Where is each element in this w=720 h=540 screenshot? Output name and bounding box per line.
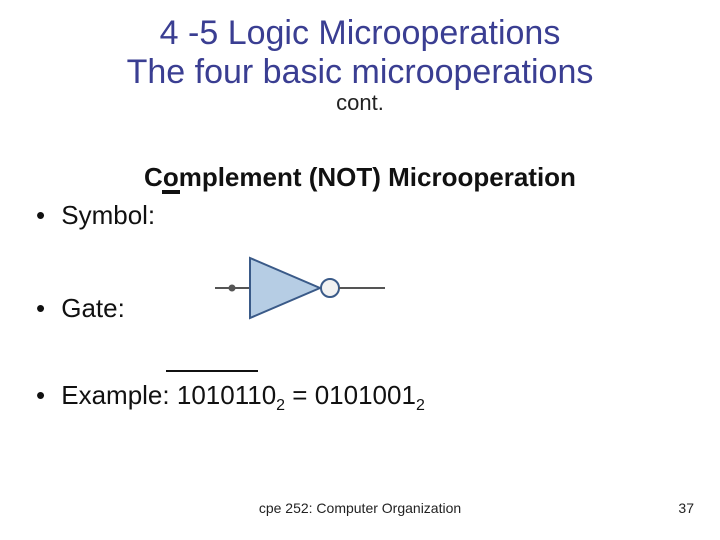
- example-rhs-sub: 2: [416, 397, 425, 414]
- example-overline-icon: [166, 370, 258, 372]
- footer-page-number: 37: [678, 500, 694, 516]
- title-line-1: 4 -5 Logic Microoperations: [0, 14, 720, 53]
- example-label: Example:: [61, 380, 169, 410]
- section-heading: Complement (NOT) Microoperation: [0, 162, 720, 193]
- example-rhs: 0101001: [315, 380, 416, 410]
- complement-bar-icon: [162, 190, 180, 194]
- bullet-gate: • Gate:: [36, 293, 125, 324]
- bullet-symbol: • Symbol:: [36, 200, 155, 231]
- footer-course: cpe 252: Computer Organization: [0, 500, 720, 516]
- gate-label: Gate:: [61, 293, 125, 323]
- title-subtitle: cont.: [0, 90, 720, 116]
- example-lhs-sub: 2: [276, 397, 285, 414]
- title-line-2: The four basic microoperations: [0, 53, 720, 92]
- example-lhs: 1010110: [177, 380, 276, 410]
- example-eq: =: [292, 380, 314, 410]
- slide: 4 -5 Logic Microoperations The four basi…: [0, 0, 720, 540]
- not-gate-icon: [210, 248, 390, 328]
- bullet-example: • Example: 10101102 = 01010012: [36, 380, 425, 415]
- bullet-dot-icon: •: [36, 380, 54, 411]
- symbol-label: Symbol:: [61, 200, 155, 230]
- bullet-dot-icon: •: [36, 293, 54, 324]
- bullet-dot-icon: •: [36, 200, 54, 231]
- title-block: 4 -5 Logic Microoperations The four basi…: [0, 14, 720, 116]
